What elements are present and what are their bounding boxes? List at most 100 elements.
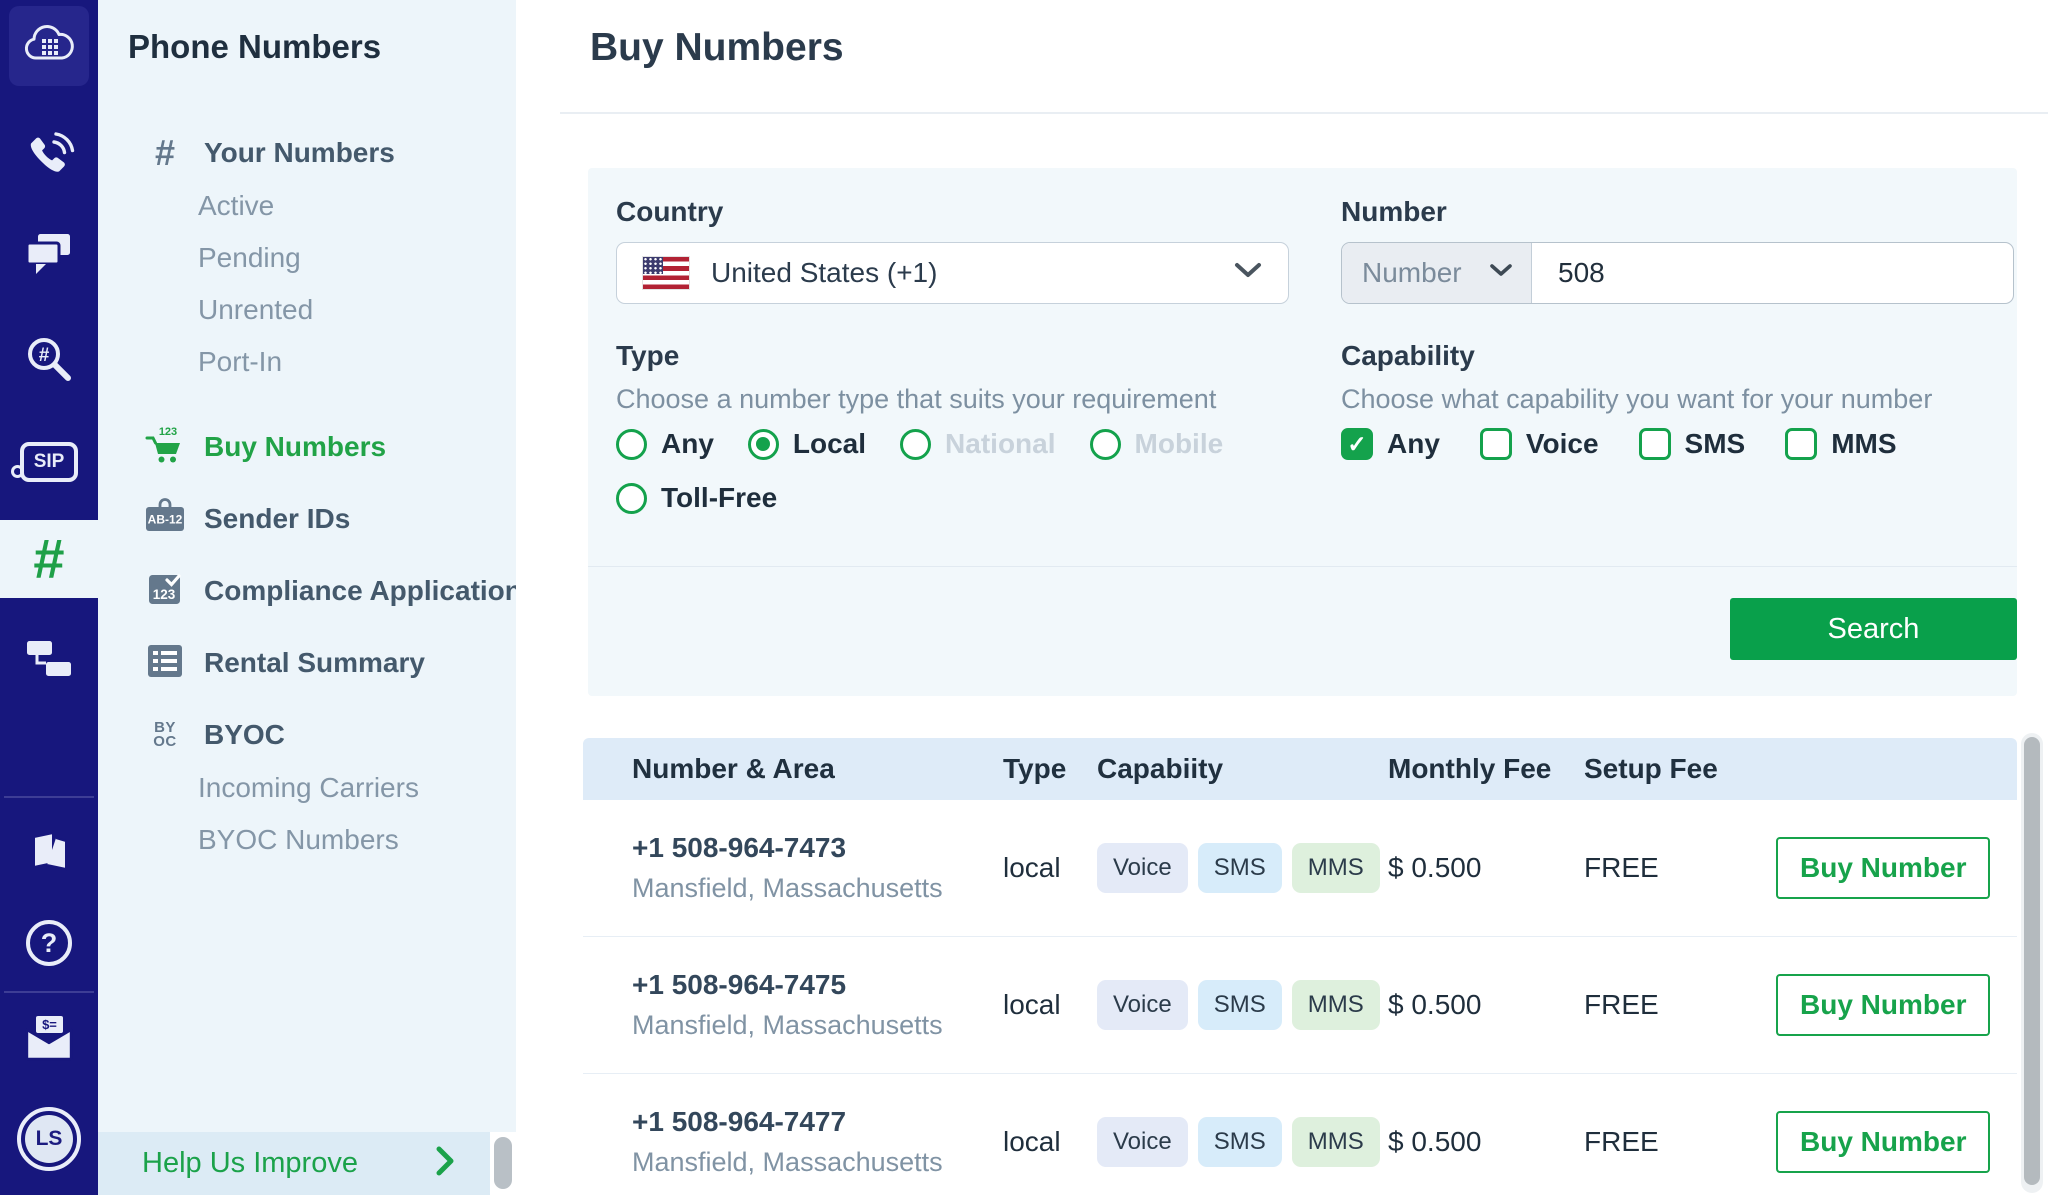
sidebar-item-byoc-numbers[interactable]: BYOC Numbers	[98, 823, 490, 857]
row-area: Mansfield, Massachusetts	[632, 873, 943, 903]
sidebar-item-label: Compliance Application	[204, 575, 522, 606]
sidebar-item-compliance-application[interactable]: 123 Compliance Application	[98, 573, 522, 609]
chevron-down-icon	[1234, 262, 1262, 284]
rail-messaging-nav[interactable]	[0, 230, 98, 286]
buy-number-button[interactable]: Buy Number	[1776, 837, 1991, 899]
rail-number-lookup-nav[interactable]: #	[0, 332, 98, 390]
results-table-body: +1 508-964-7473 Mansfield, Massachusetts…	[583, 800, 2017, 1195]
table-row: +1 508-964-7477 Mansfield, Massachusetts…	[583, 1074, 2017, 1195]
rail-phone-numbers-nav-active[interactable]: #	[0, 520, 98, 598]
row-monthly-fee: $ 0.500	[1388, 852, 1482, 883]
country-select[interactable]: United States (+1)	[616, 242, 1289, 304]
number-pattern-input[interactable]: 508	[1532, 243, 2013, 303]
rail-docs-nav[interactable]	[0, 828, 98, 880]
question-mark-icon: ?	[26, 920, 72, 966]
sidebar-item-pending[interactable]: Pending	[98, 241, 490, 275]
cloud-dialpad-icon	[23, 24, 75, 69]
capability-badge-mms: MMS	[1291, 1117, 1380, 1167]
capability-badge-voice: Voice	[1097, 843, 1188, 893]
row-type: local	[1003, 989, 1061, 1020]
capability-badge-sms: SMS	[1197, 1117, 1282, 1167]
column-header-monthly-fee: Monthly Fee	[1388, 753, 1552, 784]
rail-sip-trunking-nav[interactable]: SIP	[0, 438, 98, 486]
country-value: United States (+1)	[711, 257, 938, 288]
capability-badge-sms: SMS	[1197, 980, 1282, 1030]
chevron-right-icon	[436, 1146, 454, 1181]
type-radio-any[interactable]: Any	[616, 428, 714, 460]
sidebar-item-label: Your Numbers	[204, 137, 395, 168]
buy-number-button[interactable]: Buy Number	[1776, 1111, 1991, 1173]
radio-icon	[900, 428, 932, 460]
help-us-improve-link[interactable]: Help Us Improve	[98, 1132, 490, 1195]
row-capability-badges: Voice SMS MMS	[1097, 1117, 1388, 1167]
type-radio-row-2: Toll-Free	[616, 482, 777, 514]
number-search-group: Number 508	[1341, 242, 2014, 304]
checkbox-icon	[1638, 428, 1671, 460]
radio-icon	[747, 428, 779, 460]
type-radio-local[interactable]: Local	[747, 428, 866, 460]
search-button[interactable]: Search	[1730, 598, 2017, 660]
capability-helper-text: Choose what capability you want for your…	[1341, 384, 1933, 414]
buy-number-button[interactable]: Buy Number	[1776, 974, 1991, 1036]
hash-icon: #	[33, 527, 65, 590]
capability-label: Capability	[1341, 340, 1475, 371]
capability-checkbox-any[interactable]: Any	[1341, 428, 1440, 460]
sidebar-item-label: Rental Summary	[204, 647, 425, 678]
row-monthly-fee: $ 0.500	[1388, 1126, 1482, 1157]
row-phone-number: +1 508-964-7475	[632, 969, 847, 1000]
capability-checkbox-mms[interactable]: MMS	[1785, 428, 1897, 460]
type-radio-mobile[interactable]: Mobile	[1089, 428, 1223, 460]
search-number-icon: #	[22, 332, 76, 391]
capability-checkbox-sms[interactable]: SMS	[1638, 428, 1745, 460]
compliance-checklist-icon: 123	[145, 569, 185, 614]
sidebar-item-sender-ids[interactable]: AB-12 Sender IDs	[98, 497, 490, 537]
type-helper-text: Choose a number type that suits your req…	[616, 384, 1217, 414]
rail-billing-nav[interactable]: $=	[0, 1012, 98, 1068]
row-monthly-fee: $ 0.500	[1388, 989, 1482, 1020]
phone-call-icon	[21, 129, 77, 190]
open-book-icon	[26, 829, 72, 880]
capability-checkbox-voice[interactable]: Voice	[1479, 428, 1599, 460]
type-radio-toll-free[interactable]: Toll-Free	[616, 482, 777, 514]
row-setup-fee: FREE	[1584, 852, 1659, 883]
rail-divider	[4, 796, 94, 798]
us-flag-icon	[643, 257, 689, 289]
sidebar-item-incoming-carriers[interactable]: Incoming Carriers	[98, 771, 490, 805]
sender-id-badge-icon: AB-12	[142, 497, 188, 542]
sidebar-item-buy-numbers[interactable]: 123 Buy Numbers	[98, 426, 490, 465]
column-header-capabiity: Capabiity	[1097, 753, 1224, 784]
results-scrollbar[interactable]	[2024, 737, 2040, 1185]
sidebar-item-unrented[interactable]: Unrented	[98, 293, 490, 327]
cart-123-icon: 123	[144, 425, 186, 470]
product-logo[interactable]	[0, 6, 98, 86]
number-mode-select[interactable]: Number	[1342, 243, 1532, 303]
row-area: Mansfield, Massachusetts	[632, 1147, 943, 1177]
sidebar: Phone Numbers # Your Numbers Active Pending…	[98, 0, 522, 1195]
sidebar-title: Phone Numbers	[128, 28, 382, 65]
sidebar-item-active[interactable]: Active	[98, 189, 490, 223]
checkbox-icon	[1341, 428, 1373, 460]
sidebar-item-byoc[interactable]: BY OC BYOC	[98, 717, 490, 753]
sidebar-scrollbar[interactable]	[494, 1137, 512, 1189]
results-scroll-track	[2021, 733, 2043, 1193]
sidebar-item-your-numbers[interactable]: # Your Numbers	[98, 135, 490, 171]
account-menu[interactable]: LS	[0, 1106, 98, 1172]
capability-badge-mms: MMS	[1291, 980, 1380, 1030]
capability-badge-voice: Voice	[1097, 1117, 1188, 1167]
sidebar-item-label: Buy Numbers	[204, 431, 387, 462]
type-label: Type	[616, 340, 680, 371]
app-window: # SIP # ? $= LS Phone Numbers # Your Num…	[0, 0, 2048, 1195]
column-header-number-area: Number & Area	[632, 753, 835, 784]
sidebar-item-port-in[interactable]: Port-In	[98, 345, 490, 379]
sidebar-item-rental-summary[interactable]: Rental Summary	[98, 644, 490, 681]
app-icon-rail: # SIP # ? $= LS	[0, 0, 98, 1195]
capability-badge-sms: SMS	[1197, 843, 1282, 893]
column-header-type: Type	[1003, 753, 1067, 784]
rail-help-nav[interactable]: ?	[0, 918, 98, 968]
rail-voice-nav[interactable]	[0, 128, 98, 190]
type-radio-national[interactable]: National	[900, 428, 1056, 460]
panel-divider	[588, 566, 2017, 567]
rail-flow-nav[interactable]	[0, 638, 98, 684]
row-type: local	[1003, 852, 1061, 883]
flowchart-icon	[24, 639, 74, 684]
